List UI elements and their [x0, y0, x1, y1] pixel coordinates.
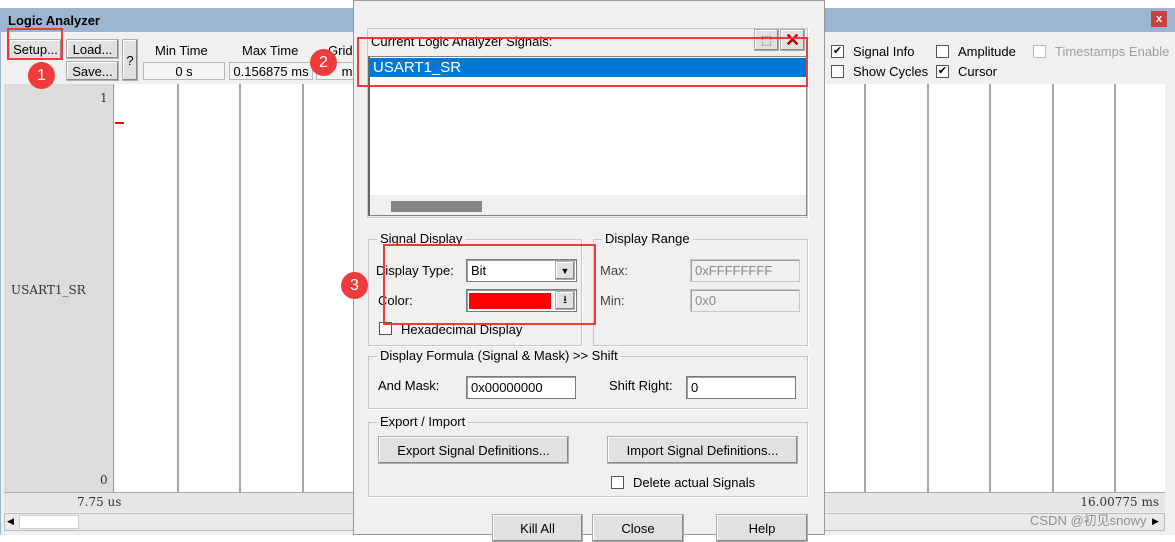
cursor-label: Cursor	[958, 64, 998, 79]
amplitude-checkbox[interactable]	[936, 45, 949, 58]
grid-line	[989, 84, 991, 492]
max-time-value: 0.156875 ms	[229, 62, 313, 80]
and-mask-label: And Mask:	[378, 378, 440, 393]
signal-name-label: USART1_SR	[11, 283, 86, 297]
grid-line	[926, 84, 929, 492]
annotation-badge-3: 3	[341, 272, 368, 299]
min-input: 0x0	[690, 289, 800, 312]
min-label: Min:	[600, 293, 625, 308]
annotation-badge-2: 2	[310, 49, 337, 76]
grid-line	[301, 84, 304, 492]
timestamps-enable-checkbox	[1033, 45, 1046, 58]
amplitude-label: Amplitude	[958, 44, 1016, 59]
list-hscrollbar[interactable]	[370, 195, 806, 215]
time-start-label: 7.75 us	[77, 495, 122, 509]
grid-line	[1114, 84, 1116, 492]
export-import-title: Export / Import	[377, 414, 469, 429]
formula-title: Display Formula (Signal & Mask) >> Shift	[377, 348, 621, 363]
timestamps-enable-label: Timestamps Enable	[1055, 44, 1170, 59]
show-cycles-label: Show Cycles	[853, 64, 929, 79]
list-scroll-thumb[interactable]	[391, 201, 482, 212]
save-button[interactable]: Save...	[66, 61, 119, 81]
signal-info-label: Signal Info	[853, 44, 915, 59]
min-time-value: 0 s	[143, 62, 225, 80]
grid-line	[239, 84, 241, 492]
annotation-badge-1: 1	[28, 62, 55, 89]
signal-trace	[115, 122, 124, 124]
grid-line	[176, 84, 179, 492]
cursor-checkbox[interactable]: ✔	[936, 65, 949, 78]
high-level-label: 1	[100, 91, 108, 105]
delete-actual-signals-checkbox[interactable]	[611, 476, 624, 489]
close-button[interactable]: Close	[592, 514, 684, 542]
max-input: 0xFFFFFFFF	[690, 259, 800, 282]
shift-right-label: Shift Right:	[609, 378, 673, 393]
max-time-label: Max Time	[242, 43, 299, 58]
load-button[interactable]: Load...	[66, 39, 119, 59]
scroll-right-icon[interactable]: ▶	[1152, 516, 1162, 528]
help-button[interactable]: Help	[716, 514, 808, 542]
help-question-button[interactable]: ?	[122, 39, 138, 81]
and-mask-input[interactable]: 0x00000000	[466, 376, 576, 399]
delete-actual-signals-label: Delete actual Signals	[633, 475, 756, 490]
scroll-left-icon[interactable]: ◀	[7, 516, 17, 528]
max-label: Max:	[600, 263, 629, 278]
kill-all-button[interactable]: Kill All	[492, 514, 583, 542]
window-title: Logic Analyzer	[8, 13, 100, 28]
grid-line	[1051, 84, 1054, 492]
annotation-box-setup	[7, 28, 63, 60]
export-signal-definitions-button[interactable]: Export Signal Definitions...	[378, 436, 569, 464]
watermark: CSDN @初见snowy	[1030, 513, 1147, 528]
low-level-label: 0	[100, 473, 108, 487]
time-end-label: 16.00775 ms	[1080, 495, 1159, 509]
scroll-thumb[interactable]	[19, 515, 79, 529]
display-range-title: Display Range	[602, 231, 693, 246]
close-icon[interactable]: x	[1151, 11, 1167, 27]
show-cycles-checkbox[interactable]	[831, 65, 844, 78]
annotation-box-display	[383, 244, 596, 325]
annotation-box-signals	[357, 37, 808, 87]
min-time-label: Min Time	[155, 43, 208, 58]
import-signal-definitions-button[interactable]: Import Signal Definitions...	[607, 436, 798, 464]
grid-line	[864, 84, 866, 492]
signal-info-checkbox[interactable]: ✔	[831, 45, 844, 58]
shift-right-input[interactable]: 0	[686, 376, 796, 399]
